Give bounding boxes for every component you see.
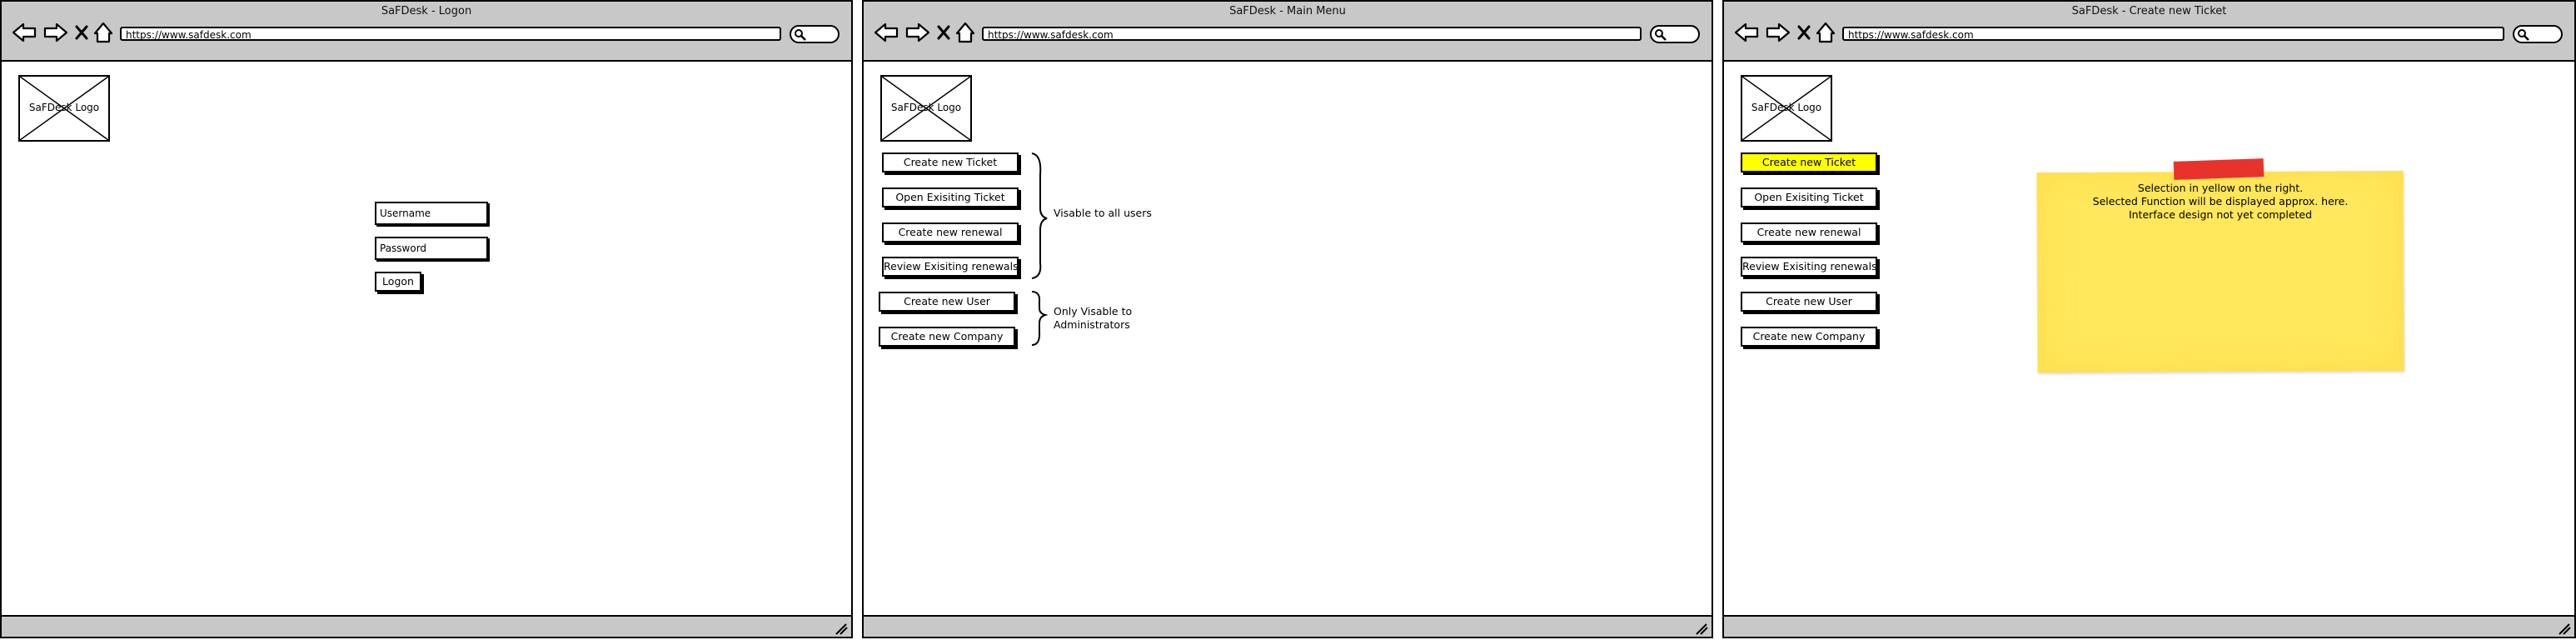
window-title: SaFDesk - Create new Ticket (2071, 5, 2227, 18)
logo-placeholder: SaFDesk Logo (880, 75, 972, 142)
create-new-user-button[interactable]: Create new User (1741, 292, 1877, 312)
browser-chrome: SaFDesk - Main Menu https://www.safdesk.… (864, 2, 1712, 62)
close-x-icon[interactable] (75, 25, 88, 40)
status-bar (864, 615, 1712, 637)
address-bar[interactable]: https://www.safdesk.com (1842, 27, 2504, 41)
username-field[interactable]: Username (375, 202, 488, 225)
search-icon (2518, 29, 2529, 41)
create-new-company-button[interactable]: Create new Company (879, 327, 1015, 347)
open-existing-ticket-button[interactable]: Open Exisiting Ticket (882, 188, 1019, 208)
logo-placeholder: SaFDesk Logo (18, 75, 110, 142)
back-arrow-icon[interactable] (874, 22, 899, 42)
visible-all-users-note: Visable to all users (1054, 207, 1152, 219)
review-existing-renewals-button[interactable]: Review Exisiting renewals (1741, 257, 1877, 277)
search-box[interactable] (790, 25, 840, 43)
search-icon (1655, 29, 1667, 41)
create-new-renewal-button[interactable]: Create new renewal (882, 222, 1019, 242)
window-title: SaFDesk - Logon (381, 5, 472, 18)
browser-window-create-ticket: SaFDesk - Create new Ticket https://www.… (1722, 0, 2576, 638)
resize-grip-icon[interactable] (833, 622, 848, 635)
back-arrow-icon[interactable] (12, 22, 37, 42)
status-bar (1724, 615, 2574, 637)
create-new-renewal-button[interactable]: Create new renewal (1741, 222, 1877, 242)
resize-grip-icon[interactable] (2556, 622, 2571, 635)
create-new-ticket-button-selected[interactable]: Create new Ticket (1741, 152, 1877, 172)
forward-arrow-icon[interactable] (905, 22, 930, 42)
status-bar (2, 615, 851, 637)
password-field[interactable]: Password (375, 237, 488, 260)
logo-label: SaFDesk Logo (1751, 102, 1822, 113)
sticky-note-text: Selection in yellow on the right. Select… (2037, 182, 2404, 222)
close-x-icon[interactable] (937, 25, 950, 40)
forward-arrow-icon[interactable] (43, 22, 68, 42)
brace-group-markers (1031, 152, 1049, 346)
browser-window-main-menu: SaFDesk - Main Menu https://www.safdesk.… (862, 0, 1713, 638)
logon-button[interactable]: Logon (375, 272, 421, 292)
logo-placeholder: SaFDesk Logo (1741, 75, 1832, 142)
back-arrow-icon[interactable] (1734, 22, 1759, 42)
browser-chrome: SaFDesk - Create new Ticket https://www.… (1724, 2, 2574, 62)
create-new-ticket-button[interactable]: Create new Ticket (882, 152, 1019, 172)
home-icon[interactable] (93, 22, 113, 43)
search-box[interactable] (1650, 25, 1700, 43)
home-icon[interactable] (955, 22, 975, 43)
forward-arrow-icon[interactable] (1766, 22, 1791, 42)
resize-grip-icon[interactable] (1693, 622, 1708, 635)
close-x-icon[interactable] (1797, 25, 1811, 40)
create-new-user-button[interactable]: Create new User (879, 292, 1015, 312)
search-icon (795, 29, 806, 41)
review-existing-renewals-button[interactable]: Review Exisiting renewals (882, 257, 1019, 277)
sticky-note-tape (2173, 158, 2265, 180)
sticky-note-line3: Interface design not yet completed (2128, 208, 2313, 221)
search-box[interactable] (2513, 25, 2563, 43)
brace-admins (1031, 291, 1049, 346)
sticky-note-line1: Selection in yellow on the right. (2137, 182, 2304, 194)
browser-window-logon: SaFDesk - Logon https://www.safdesk.com … (0, 0, 853, 638)
logo-label: SaFDesk Logo (890, 102, 962, 113)
visible-admins-note-line2: Administrators (1054, 318, 1130, 331)
home-icon[interactable] (1816, 22, 1836, 43)
brace-all-users (1031, 152, 1048, 279)
browser-chrome: SaFDesk - Logon https://www.safdesk.com (2, 2, 851, 62)
visible-admins-note-line1: Only Visable to (1054, 305, 1133, 318)
window-title: SaFDesk - Main Menu (1229, 5, 1346, 18)
sticky-note-line2: Selected Function will be displayed appr… (2092, 195, 2349, 208)
address-bar[interactable]: https://www.safdesk.com (982, 27, 1642, 41)
create-new-company-button[interactable]: Create new Company (1741, 327, 1877, 347)
logo-label: SaFDesk Logo (28, 102, 100, 113)
open-existing-ticket-button[interactable]: Open Exisiting Ticket (1741, 188, 1877, 208)
address-bar[interactable]: https://www.safdesk.com (120, 27, 781, 41)
